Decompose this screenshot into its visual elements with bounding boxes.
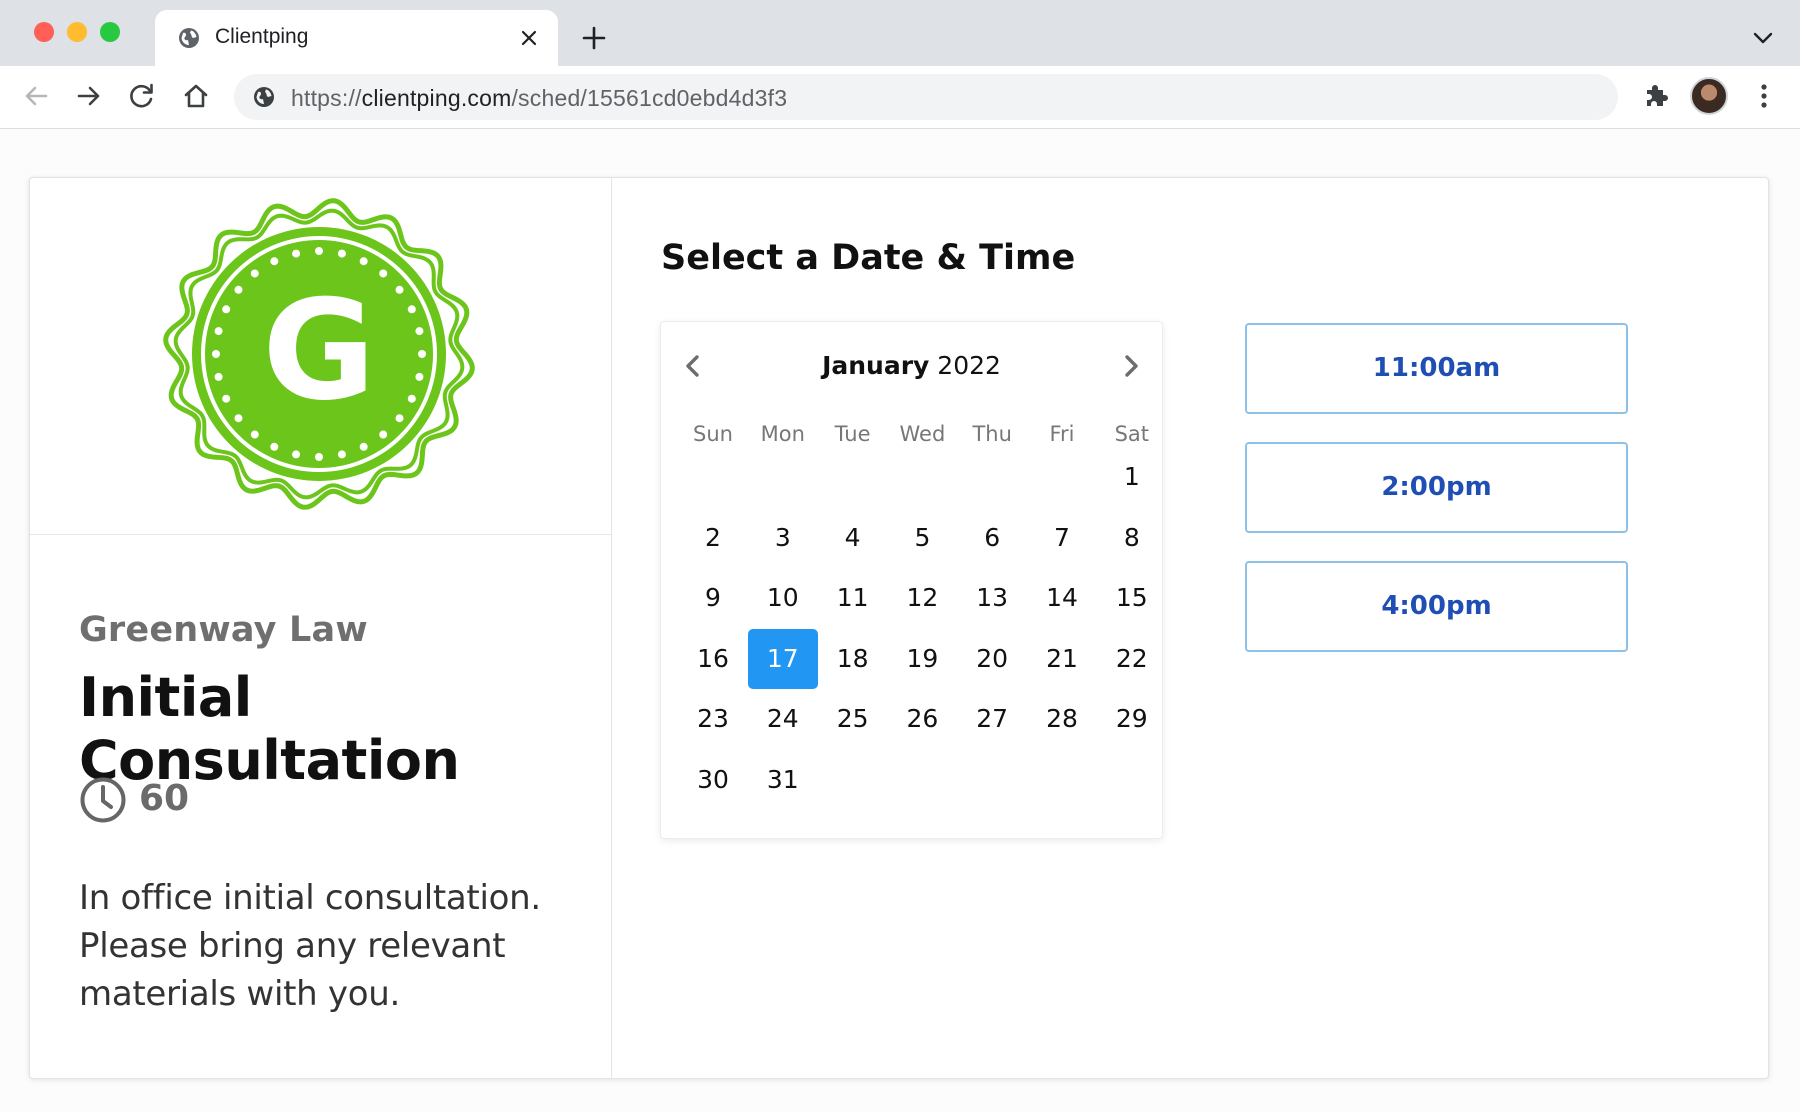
event-description: In office initial consultation. Please b… <box>79 874 579 1018</box>
globe-icon <box>179 28 199 48</box>
month-label: January 2022 <box>822 351 1001 380</box>
home-icon[interactable] <box>180 80 212 112</box>
calendar-day[interactable]: 15 <box>1097 568 1167 628</box>
minimize-window-button[interactable] <box>67 22 87 42</box>
weekday-sat: Sat <box>1114 422 1150 446</box>
calendar-day[interactable]: 20 <box>957 629 1027 689</box>
weekday-fri: Fri <box>1049 422 1075 446</box>
browser-toolbar: https://clientping.com/sched/15561cd0ebd… <box>0 66 1800 129</box>
calendar-day[interactable]: 24 <box>748 689 818 749</box>
calendar-day[interactable]: 7 <box>1027 508 1097 568</box>
calendar-day[interactable]: 12 <box>887 568 957 628</box>
forward-arrow-icon[interactable] <box>73 80 105 112</box>
selected-day[interactable]: 17 <box>747 628 818 689</box>
weekday-mon: Mon <box>760 422 805 446</box>
new-tab-icon[interactable] <box>580 24 608 52</box>
weekday-tue: Tue <box>834 422 871 446</box>
weekday-sun: Sun <box>693 422 733 446</box>
calendar-day[interactable]: 10 <box>748 568 818 628</box>
profile-avatar[interactable] <box>1690 77 1728 115</box>
calendar-day[interactable]: 25 <box>818 689 888 749</box>
calendar-day[interactable]: 18 <box>818 629 888 689</box>
event-title: Initial Consultation <box>79 666 460 792</box>
description-line: Please bring any relevant <box>79 926 506 966</box>
more-menu-icon[interactable] <box>1756 80 1772 112</box>
time-slot-button[interactable]: 4:00pm <box>1245 561 1628 652</box>
calendar-day[interactable]: 23 <box>678 689 748 749</box>
reload-icon[interactable] <box>126 80 158 112</box>
calendar-day[interactable]: 2 <box>678 508 748 568</box>
calendar-day[interactable]: 19 <box>887 629 957 689</box>
back-arrow-icon[interactable] <box>20 80 52 112</box>
weekday-thu: Thu <box>972 422 1012 446</box>
company-name: Greenway Law <box>79 610 368 650</box>
scheduling-card: G Greenway Law Initial Consultation 60 I… <box>29 177 1769 1079</box>
date-time-panel: Select a Date & Time January 2022 Sun Mon… <box>612 178 1768 1078</box>
calendar-day[interactable]: 31 <box>748 750 818 810</box>
section-title: Select a Date & Time <box>661 238 1076 278</box>
weekday-header: Sun Mon Tue Wed Thu Fri Sat <box>678 422 1149 452</box>
calendar-day[interactable]: 22 <box>1097 629 1167 689</box>
browser-tab[interactable]: Clientping <box>155 10 558 66</box>
tab-strip: Clientping <box>0 0 1800 66</box>
time-slot-button[interactable]: 2:00pm <box>1245 442 1628 533</box>
event-details-panel: G Greenway Law Initial Consultation 60 I… <box>30 178 612 1078</box>
time-slot-button[interactable]: 11:00am <box>1245 323 1628 414</box>
calendar-day[interactable]: 6 <box>957 508 1027 568</box>
chevron-down-icon[interactable] <box>1752 30 1774 46</box>
calendar: January 2022 Sun Mon Tue Wed Thu Fri Sat 12 345… <box>660 321 1163 839</box>
calendar-day[interactable]: 11 <box>818 568 888 628</box>
calendar-day[interactable]: 16 <box>678 629 748 689</box>
clock-icon <box>80 777 126 823</box>
url-text: https://clientping.com/sched/15561cd0ebd… <box>291 85 788 111</box>
calendar-day[interactable]: 30 <box>678 750 748 810</box>
calendar-day[interactable]: 28 <box>1027 689 1097 749</box>
close-window-button[interactable] <box>34 22 54 42</box>
calendar-day[interactable]: 13 <box>957 568 1027 628</box>
logo-area: G <box>30 178 611 535</box>
company-logo-seal: G <box>163 198 475 510</box>
calendar-day[interactable]: 26 <box>887 689 957 749</box>
calendar-day[interactable]: 9 <box>678 568 748 628</box>
description-line: In office initial consultation. <box>79 878 541 918</box>
duration-value: 60 <box>139 778 190 819</box>
weekday-wed: Wed <box>899 422 946 446</box>
extensions-puzzle-icon[interactable] <box>1641 80 1671 110</box>
zoom-window-button[interactable] <box>100 22 120 42</box>
calendar-day[interactable]: 27 <box>957 689 1027 749</box>
next-month-icon[interactable] <box>1117 352 1145 380</box>
site-info-icon[interactable] <box>252 85 276 109</box>
calendar-day[interactable]: 8 <box>1097 508 1167 568</box>
description-line: materials with you. <box>79 974 400 1014</box>
calendar-day[interactable]: 14 <box>1027 568 1097 628</box>
tab-title: Clientping <box>215 25 309 48</box>
close-tab-icon[interactable] <box>517 26 541 50</box>
calendar-day[interactable]: 29 <box>1097 689 1167 749</box>
calendar-day[interactable]: 1 <box>1097 447 1167 507</box>
address-bar[interactable]: https://clientping.com/sched/15561cd0ebd… <box>234 74 1618 120</box>
calendar-day[interactable]: 5 <box>887 508 957 568</box>
calendar-day[interactable]: 4 <box>818 508 888 568</box>
calendar-day[interactable]: 21 <box>1027 629 1097 689</box>
calendar-day[interactable]: 3 <box>748 508 818 568</box>
svg-text:G: G <box>262 270 375 431</box>
